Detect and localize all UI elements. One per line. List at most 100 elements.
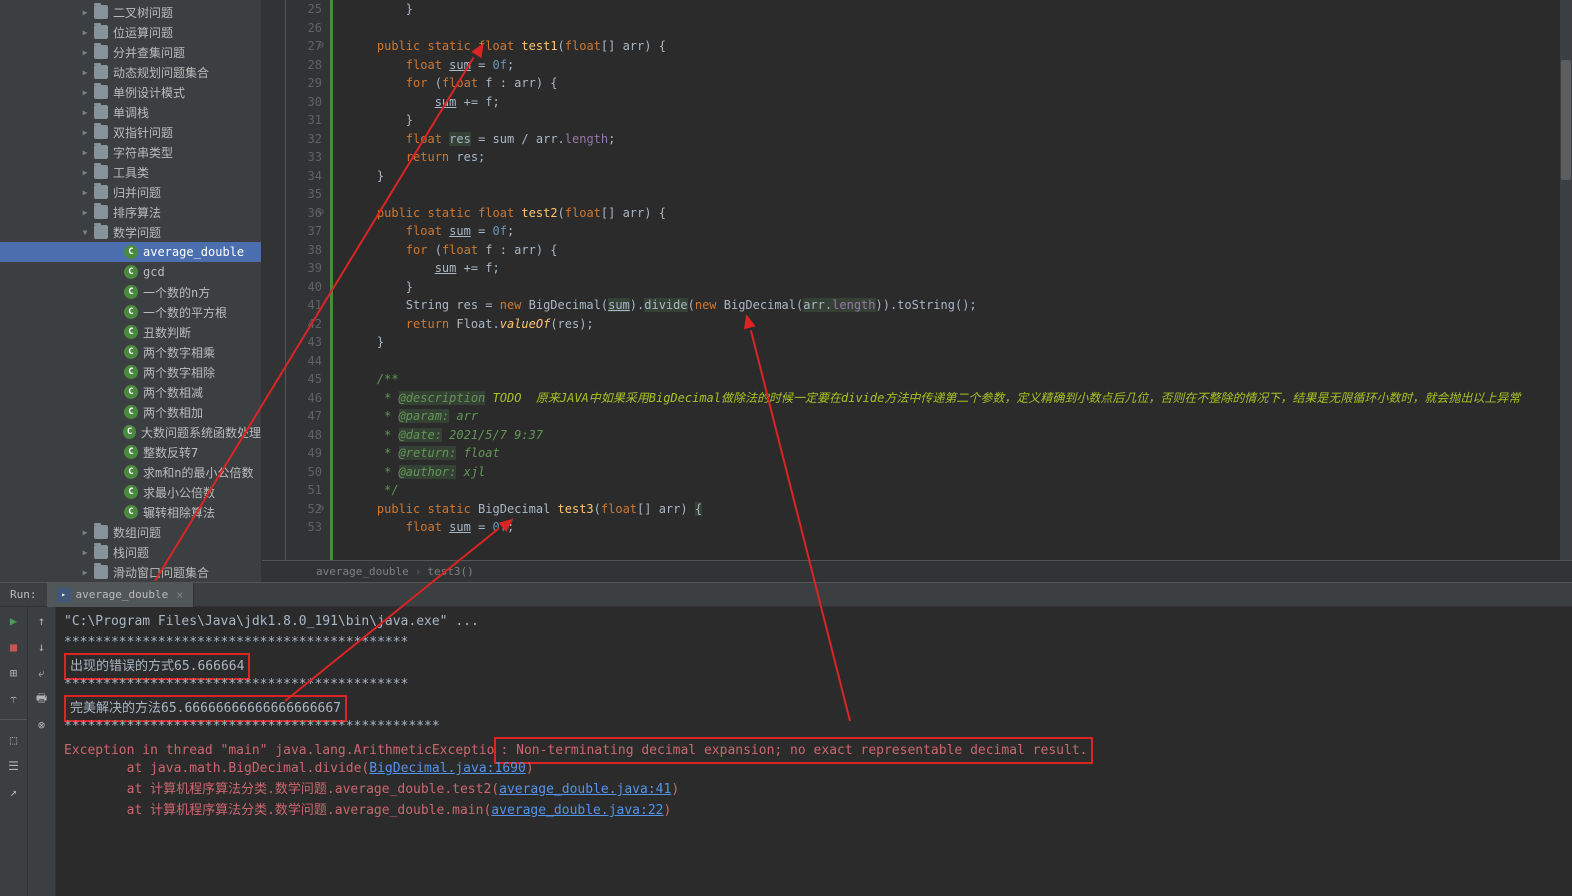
code-line[interactable]: * @return: float	[348, 444, 1572, 463]
chevron-right-icon[interactable]	[80, 87, 90, 97]
code-line[interactable]: * @param: arr	[348, 407, 1572, 426]
stacktrace-link[interactable]: average_double.java:41	[499, 782, 671, 797]
code-line[interactable]: }	[348, 0, 1572, 19]
exit-button[interactable]: ↗	[4, 782, 24, 802]
tree-folder[interactable]: 字符串类型	[0, 142, 261, 162]
tree-folder[interactable]: 滑动窗口问题集合	[0, 562, 261, 582]
line-number-gutter[interactable]: 252627⊖282930313233343536⊖37383940414243…	[286, 0, 330, 560]
run-tab-active[interactable]: ▸ average_double ×	[47, 583, 195, 607]
code-content[interactable]: } public static float test1(float[] arr)…	[344, 0, 1572, 560]
code-line[interactable]: }	[348, 111, 1572, 130]
breadcrumb-class[interactable]: average_double	[316, 565, 409, 578]
code-line[interactable]	[348, 19, 1572, 38]
scrollbar-thumb[interactable]	[1561, 60, 1571, 180]
project-tree[interactable]: 二叉树问题位运算问题分并查集问题动态规划问题集合单例设计模式单调栈双指针问题字符…	[0, 0, 262, 582]
code-line[interactable]: float sum = 0f;	[348, 222, 1572, 241]
code-line[interactable]	[348, 185, 1572, 204]
code-line[interactable]: }	[348, 278, 1572, 297]
code-line[interactable]	[348, 352, 1572, 371]
tree-class-item[interactable]: C两个数字相除	[0, 362, 261, 382]
tree-folder[interactable]: 双指针问题	[0, 122, 261, 142]
tree-folder[interactable]: 单例设计模式	[0, 82, 261, 102]
soft-wrap-button[interactable]: ⤶	[32, 663, 52, 683]
chevron-right-icon[interactable]	[80, 167, 90, 177]
code-line[interactable]: sum += f;	[348, 259, 1572, 278]
tree-folder[interactable]: 位运算问题	[0, 22, 261, 42]
layout-button[interactable]: ⊞	[4, 663, 24, 683]
breadcrumb-method[interactable]: test3()	[427, 565, 473, 578]
chevron-right-icon[interactable]	[80, 127, 90, 137]
chevron-right-icon[interactable]	[80, 187, 90, 197]
rerun-button[interactable]: ▶	[4, 611, 24, 631]
chevron-down-icon[interactable]	[80, 227, 90, 237]
tree-folder[interactable]: 分并查集问题	[0, 42, 261, 62]
tree-folder[interactable]: 二叉树问题	[0, 2, 261, 22]
code-line[interactable]: float sum = 0f;	[348, 518, 1572, 537]
chevron-right-icon[interactable]	[80, 27, 90, 37]
code-line[interactable]: for (float f : arr) {	[348, 74, 1572, 93]
stop-button[interactable]: ■	[4, 637, 24, 657]
tree-folder[interactable]: 动态规划问题集合	[0, 62, 261, 82]
tree-class-item[interactable]: C两个数相加	[0, 402, 261, 422]
tree-class-item[interactable]: C两个数字相乘	[0, 342, 261, 362]
chevron-right-icon[interactable]	[80, 527, 90, 537]
tree-folder[interactable]: 单调栈	[0, 102, 261, 122]
tree-class-item[interactable]: C两个数相减	[0, 382, 261, 402]
tree-folder[interactable]: 栈问题	[0, 542, 261, 562]
chevron-right-icon[interactable]	[80, 547, 90, 557]
chevron-right-icon[interactable]	[80, 107, 90, 117]
close-icon[interactable]: ×	[176, 588, 183, 602]
console-output[interactable]: "C:\Program Files\Java\jdk1.8.0_191\bin\…	[56, 607, 1572, 896]
tree-class-item[interactable]: C辗转相除算法	[0, 502, 261, 522]
code-line[interactable]: * @date: 2021/5/7 9:37	[348, 426, 1572, 445]
code-line[interactable]: public static float test2(float[] arr) {	[348, 204, 1572, 223]
pin-button[interactable]: ⥾	[4, 689, 24, 709]
tree-class-item[interactable]: C整数反转7	[0, 442, 261, 462]
tree-class-item[interactable]: C大数问题系统函数处理	[0, 422, 261, 442]
chevron-right-icon[interactable]	[80, 207, 90, 217]
code-line[interactable]: * @description TODO 原来JAVA中如果采用BigDecima…	[348, 389, 1572, 408]
tree-folder[interactable]: 工具类	[0, 162, 261, 182]
code-line[interactable]: return Float.valueOf(res);	[348, 315, 1572, 334]
scroll-down-button[interactable]: ↓	[32, 637, 52, 657]
chevron-right-icon[interactable]	[80, 47, 90, 57]
code-line[interactable]: */	[348, 481, 1572, 500]
code-line[interactable]: }	[348, 167, 1572, 186]
chevron-right-icon[interactable]	[80, 567, 90, 577]
tree-class-item[interactable]: Caverage_double	[0, 242, 261, 262]
tree-class-item[interactable]: C一个数的n方	[0, 282, 261, 302]
tree-folder[interactable]: 排序算法	[0, 202, 261, 222]
dump-button[interactable]: ☰	[4, 756, 24, 776]
code-line[interactable]: }	[348, 333, 1572, 352]
code-line[interactable]: * @author: xjl	[348, 463, 1572, 482]
chevron-right-icon[interactable]	[80, 7, 90, 17]
tree-folder[interactable]: 数组问题	[0, 522, 261, 542]
code-line[interactable]: sum += f;	[348, 93, 1572, 112]
print-button[interactable]: 🖶	[32, 689, 52, 709]
code-line[interactable]: public static float test1(float[] arr) {	[348, 37, 1572, 56]
breadcrumb[interactable]: average_double › test3()	[262, 560, 1572, 582]
tree-class-item[interactable]: C求m和n的最小公倍数	[0, 462, 261, 482]
tree-folder[interactable]: 归并问题	[0, 182, 261, 202]
code-line[interactable]: /**	[348, 370, 1572, 389]
code-line[interactable]: String res = new BigDecimal(sum).divide(…	[348, 296, 1572, 315]
code-line[interactable]: public static BigDecimal test3(float[] a…	[348, 500, 1572, 519]
code-line[interactable]: float sum = 0f;	[348, 56, 1572, 75]
code-line[interactable]: return res;	[348, 148, 1572, 167]
tree-class-item[interactable]: C求最小公倍数	[0, 482, 261, 502]
tree-class-item[interactable]: C丑数判断	[0, 322, 261, 342]
tree-class-item[interactable]: Cgcd	[0, 262, 261, 282]
clear-button[interactable]: ⊗	[32, 715, 52, 735]
tree-class-item[interactable]: C一个数的平方根	[0, 302, 261, 322]
code-line[interactable]: float res = sum / arr.length;	[348, 130, 1572, 149]
chevron-right-icon[interactable]	[80, 147, 90, 157]
tree-folder-math[interactable]: 数学问题	[0, 222, 261, 242]
editor-scrollbar[interactable]	[1560, 0, 1572, 560]
code-editor[interactable]: 252627⊖282930313233343536⊖37383940414243…	[262, 0, 1572, 582]
code-line[interactable]: for (float f : arr) {	[348, 241, 1572, 260]
stacktrace-link[interactable]: BigDecimal.java:1690	[369, 761, 526, 776]
scroll-up-button[interactable]: ↑	[32, 611, 52, 631]
stacktrace-link[interactable]: average_double.java:22	[491, 803, 663, 818]
chevron-right-icon[interactable]	[80, 67, 90, 77]
debug-button[interactable]: ⬚	[4, 730, 24, 750]
